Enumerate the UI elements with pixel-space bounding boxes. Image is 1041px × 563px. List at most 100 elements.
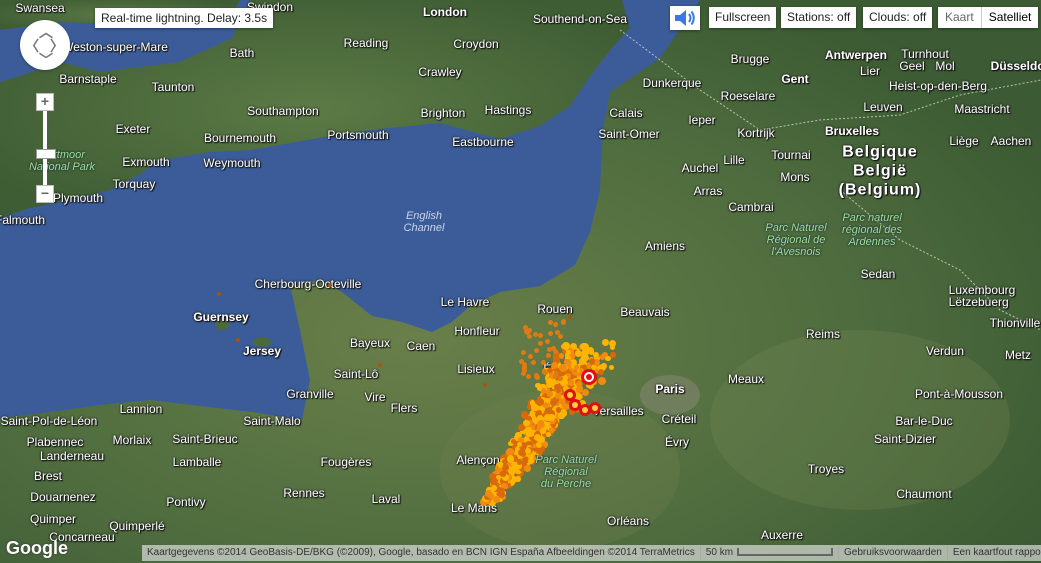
zoom-out-button[interactable]: − [36,185,54,203]
place-label: Jersey [242,344,282,358]
pan-left-icon[interactable]: 〈 [25,36,39,56]
attribution-text: Kaartgegevens ©2014 GeoBasis-DE/BKG (©20… [147,547,695,558]
place-label: Cambrai [728,200,774,214]
lightning-strike [527,333,533,339]
place-label: Saint-Brieuc [172,432,238,446]
place-label: Saint-Pol-de-Léon [0,414,98,428]
place-label: Arras [693,184,723,198]
place-label: Honfleur [454,324,500,338]
lightning-strike [491,478,498,485]
place-label: Rennes [283,486,325,500]
place-label: Ieper [688,113,716,127]
lightning-strike [553,348,559,354]
place-label: Guernsey [193,310,249,324]
lightning-strike [500,487,506,493]
place-label: Bournemouth [203,131,277,145]
stations-toggle-button[interactable]: Stations: off [781,7,857,28]
place-label: Reims [805,327,841,341]
place-label: Auxerre [760,528,804,542]
place-label: Southampton [247,104,319,118]
place-label: Bar-le-Duc [895,414,953,428]
lightning-strike [546,413,555,422]
map-attribution-bar: Kaartgegevens ©2014 GeoBasis-DE/BKG (©20… [142,545,1041,561]
map-type-kaart-button[interactable]: Kaart [938,7,982,28]
scale-bar [737,548,834,557]
lightning-strike [592,405,598,411]
place-label: Thionville [989,316,1041,330]
satellite-map[interactable]: Swansea Swindon London Southend-on-Sea Westo… [0,0,1041,563]
place-label: Pont-à-Mousson [914,387,1004,401]
speaker-icon [675,10,695,26]
lightning-strike [568,315,572,319]
place-label: Croydon [453,37,499,51]
sound-toggle-button[interactable] [670,6,700,30]
place-label: Exmouth [122,155,170,169]
country-label-belgium: Belgique België (Belgium) [838,143,922,199]
lightning-strike [558,412,565,419]
zoom-control: + − [36,93,56,203]
place-label: Weston-super-Mare [62,40,168,54]
lightning-strike [554,383,561,391]
place-label: Crawley [418,65,462,79]
lightning-strike [217,292,221,296]
place-label: Landerneau [39,449,105,463]
lightning-strike [567,392,573,398]
place-label: Brugge [730,52,770,66]
lightning-strike [601,339,609,347]
place-label: Saint-Lô [333,367,379,381]
lightning-strike [567,379,575,386]
clouds-toggle-button[interactable]: Clouds: off [863,7,933,28]
place-label: Chaumont [896,487,952,501]
lightning-strike [588,358,596,365]
lightning-strike [544,338,550,344]
lightning-strike [558,353,565,359]
pan-control[interactable]: ︿ ﹀ 〈 〉 [20,20,70,70]
park-label: Parc Naturel Régional de l'Avesnois [765,222,827,258]
place-label: Swansea [15,1,65,15]
sea-label: English Channel [403,210,445,234]
place-label: Metz [1004,348,1032,362]
park-label: Parc Naturel Régional du Perche [535,454,597,490]
lightning-strike [483,383,487,387]
lightning-strike [582,407,588,413]
lightning-strike [547,331,553,337]
scale-label: 50 km [705,547,734,558]
place-label: Quimper [29,512,77,526]
place-label: Liège [949,134,979,148]
place-label: Plabennec [26,435,84,449]
pan-right-icon[interactable]: 〉 [50,36,64,56]
zoom-in-button[interactable]: + [36,93,54,111]
fullscreen-button[interactable]: Fullscreen [709,7,777,28]
place-label: Taunton [151,80,195,94]
place-label: Bruxelles [824,124,880,138]
lightning-strike [522,324,528,330]
place-label: Saint-Dizier [873,432,937,446]
place-label: Créteil [661,412,697,426]
place-label: Flers [390,401,418,415]
place-label: Kortrijk [737,126,775,140]
place-label: Heist-op-den-Berg [888,79,988,93]
place-label: Falmouth [0,213,46,227]
terms-link[interactable]: Gebruiksvoorwaarden [838,546,947,560]
place-label: Dunkerque [642,76,702,90]
lightning-status-label: Real-time lightning. Delay: 3.5s [95,8,274,28]
place-label: Vire [364,390,386,404]
place-label: Plymouth [52,191,104,205]
place-label: Alençon [456,453,500,467]
zoom-slider-handle[interactable] [36,149,56,159]
place-label: Saint-Malo [243,414,301,428]
place-label: Auchel [681,161,719,175]
lightning-strike [597,376,606,385]
lightning-strike [506,448,514,456]
report-error-link[interactable]: Een kaartfout rapporteren [946,546,1041,560]
lightning-strike [564,358,571,366]
place-label: Rouen [537,302,573,316]
place-label: Le Havre [440,295,490,309]
place-label: Cherbourg-Octeville [254,277,362,291]
place-label: Paris [655,382,685,396]
lightning-strike [533,433,541,441]
place-label: Torquay [112,177,156,191]
map-type-satelliet-button[interactable]: Satelliet [981,7,1039,28]
place-label: Laval [371,492,401,506]
place-label: Exeter [115,122,151,136]
